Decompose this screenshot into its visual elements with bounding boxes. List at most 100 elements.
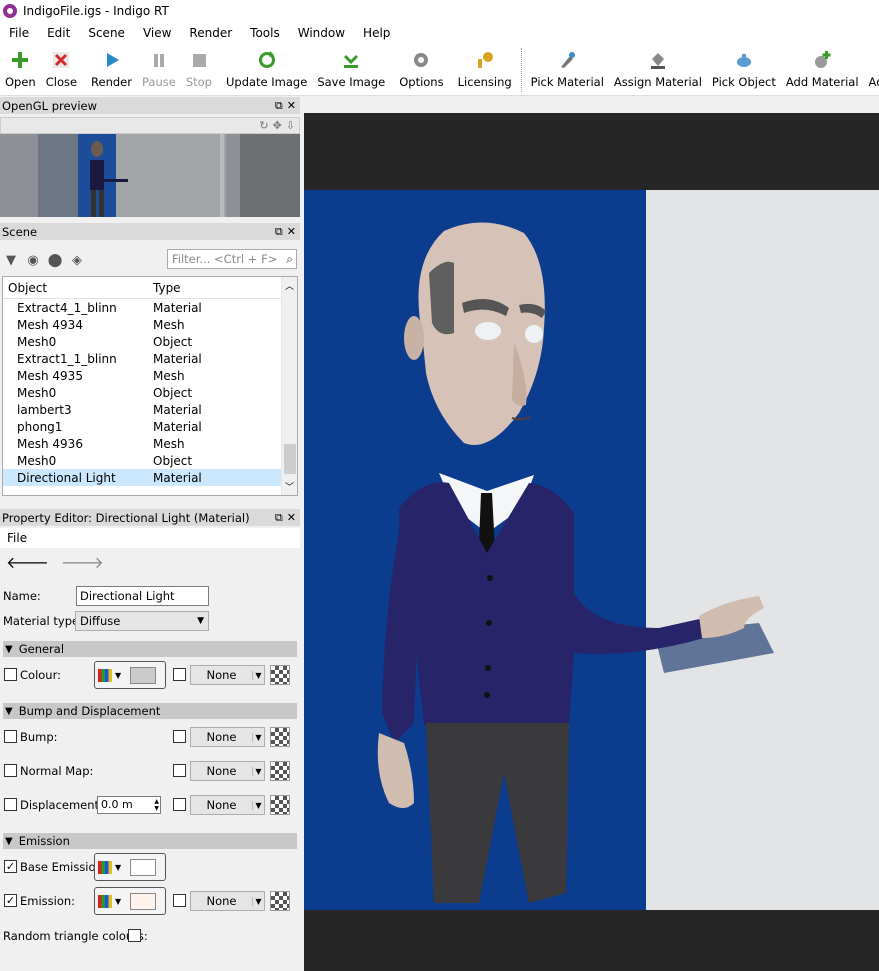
emission-texture-select[interactable]: None ▼ — [190, 891, 265, 911]
normal-map-texture-checkbox[interactable] — [173, 764, 186, 777]
spin-arrows-icon[interactable]: ▲ ▼ — [154, 798, 159, 812]
cube-icon[interactable]: ◈ — [66, 253, 88, 268]
licensing-button[interactable]: Licensing — [453, 44, 517, 94]
displacement-texture-select[interactable]: None ▼ — [190, 795, 265, 815]
back-arrow-icon[interactable]: 🡐 — [6, 552, 49, 572]
scene-tree[interactable]: Object Type Extract4_1_blinn Material Mes… — [2, 276, 298, 496]
column-object[interactable]: Object — [3, 281, 151, 295]
menu-scene[interactable]: Scene — [79, 22, 134, 44]
stop-button[interactable]: Stop — [181, 44, 217, 94]
menu-help[interactable]: Help — [354, 22, 399, 44]
assign-material-button[interactable]: Assign Material — [609, 44, 707, 94]
tree-row[interactable]: Mesh 4934 Mesh — [3, 316, 297, 333]
chevron-down-icon: ▼ — [115, 862, 122, 872]
tree-row[interactable]: lambert3 Material — [3, 401, 297, 418]
pause-button[interactable]: Pause — [137, 44, 181, 94]
render-viewport[interactable] — [304, 113, 879, 971]
close-icon[interactable]: ✕ — [287, 511, 296, 525]
displacement-checkbox[interactable] — [4, 798, 17, 811]
undock-icon[interactable]: ⧉ — [275, 511, 283, 525]
tree-row[interactable]: Mesh0 Object — [3, 452, 297, 469]
tree-row[interactable]: Mesh0 Object — [3, 384, 297, 401]
section-general[interactable]: ▼ General — [3, 641, 297, 657]
close-icon[interactable]: ✕ — [287, 225, 296, 239]
displacement-texture-checkbox[interactable] — [173, 798, 186, 811]
reset-view-icon[interactable]: ↻ — [259, 119, 268, 132]
menu-edit[interactable]: Edit — [38, 22, 79, 44]
tree-row[interactable]: Mesh 4936 Mesh — [3, 435, 297, 452]
colour-swatch[interactable] — [130, 666, 157, 684]
normal-map-checkbox[interactable] — [4, 764, 17, 777]
name-field[interactable]: Directional Light — [76, 586, 209, 606]
section-bump[interactable]: ▼ Bump and Displacement — [3, 703, 297, 719]
tree-row[interactable]: Extract1_1_blinn Material — [3, 350, 297, 367]
tree-row-selected[interactable]: Directional Light Material — [3, 469, 297, 486]
material-type-select[interactable]: Diffuse ▼ — [75, 611, 209, 631]
save-image-button[interactable]: Save Image — [312, 44, 390, 94]
column-type[interactable]: Type — [151, 281, 181, 295]
add-medium-button[interactable]: Add Medium — [864, 44, 879, 94]
bump-texture-checkbox[interactable] — [173, 730, 186, 743]
add-material-button[interactable]: Add Material — [781, 44, 864, 94]
material-sphere-icon[interactable]: ⬤ — [44, 253, 66, 268]
emission-texture-checkbox[interactable] — [173, 894, 186, 907]
down-arrow-icon[interactable]: ⇩ — [286, 119, 295, 132]
camera-icon[interactable]: ◉ — [22, 253, 44, 268]
displacement-spinbox[interactable]: 0.0 m ▲ ▼ — [97, 796, 161, 814]
options-button[interactable]: Options — [394, 44, 448, 94]
colour-picker[interactable]: ▼ — [94, 661, 166, 689]
texture-checker-icon[interactable] — [270, 795, 290, 815]
emission-checkbox[interactable]: ✓ — [4, 894, 17, 907]
tree-scrollbar[interactable]: ︿ ﹀ — [281, 277, 297, 495]
scroll-up-icon[interactable]: ︿ — [282, 279, 297, 292]
forward-arrow-icon[interactable]: 🡒 — [61, 552, 104, 572]
pick-object-button[interactable]: Pick Object — [707, 44, 781, 94]
menu-window[interactable]: Window — [289, 22, 354, 44]
pause-icon — [148, 49, 170, 71]
menu-view[interactable]: View — [134, 22, 180, 44]
colour-checkbox[interactable] — [4, 668, 17, 681]
scrollbar-thumb[interactable] — [284, 444, 296, 474]
bump-checkbox[interactable] — [4, 730, 17, 743]
texture-checker-icon[interactable] — [270, 761, 290, 781]
add-material-icon — [811, 49, 833, 71]
section-emission[interactable]: ▼ Emission — [3, 833, 297, 849]
scene-filter-input[interactable]: Filter... <Ctrl + F> ⌕ — [167, 249, 297, 269]
pick-material-button[interactable]: Pick Material — [526, 44, 609, 94]
opengl-panel-label: OpenGL preview — [2, 98, 98, 113]
base-emission-checkbox[interactable]: ✓ — [4, 860, 17, 873]
menu-tools[interactable]: Tools — [241, 22, 289, 44]
scroll-down-icon[interactable]: ﹀ — [282, 480, 297, 493]
texture-checker-icon[interactable] — [270, 727, 290, 747]
normal-map-texture-select[interactable]: None ▼ — [190, 761, 265, 781]
base-emission-picker[interactable]: ▼ — [94, 853, 166, 881]
close-button[interactable]: Close — [41, 44, 82, 94]
emission-picker[interactable]: ▼ — [94, 887, 166, 915]
texture-checker-icon[interactable] — [270, 665, 290, 685]
move-icon[interactable]: ✥ — [273, 119, 282, 132]
undock-icon[interactable]: ⧉ — [275, 225, 283, 239]
pe-menu-file[interactable]: File — [7, 531, 27, 545]
texture-checker-icon[interactable] — [270, 891, 290, 911]
opengl-preview-viewport[interactable] — [0, 134, 300, 217]
colour-texture-select[interactable]: None ▼ — [190, 665, 265, 685]
menu-file[interactable]: File — [0, 22, 38, 44]
base-emission-swatch[interactable] — [130, 858, 157, 876]
collapse-triangle-icon[interactable]: ▼ — [0, 253, 22, 268]
update-image-button[interactable]: Update Image — [221, 44, 312, 94]
menu-render[interactable]: Render — [180, 22, 241, 44]
tree-row[interactable]: Mesh 4935 Mesh — [3, 367, 297, 384]
emission-swatch[interactable] — [130, 892, 157, 910]
save-image-label: Save Image — [317, 75, 386, 89]
tree-row[interactable]: phong1 Material — [3, 418, 297, 435]
close-icon[interactable]: ✕ — [287, 99, 296, 113]
random-triangle-checkbox[interactable] — [128, 929, 141, 942]
open-button[interactable]: Open — [0, 44, 41, 94]
tree-row[interactable]: Extract4_1_blinn Material — [3, 299, 297, 316]
window-title: IndigoFile.igs - Indigo RT — [23, 4, 169, 18]
colour-texture-checkbox[interactable] — [173, 668, 186, 681]
render-button[interactable]: Render — [86, 44, 137, 94]
tree-row[interactable]: Mesh0 Object — [3, 333, 297, 350]
undock-icon[interactable]: ⧉ — [275, 99, 283, 113]
bump-texture-select[interactable]: None ▼ — [190, 727, 265, 747]
